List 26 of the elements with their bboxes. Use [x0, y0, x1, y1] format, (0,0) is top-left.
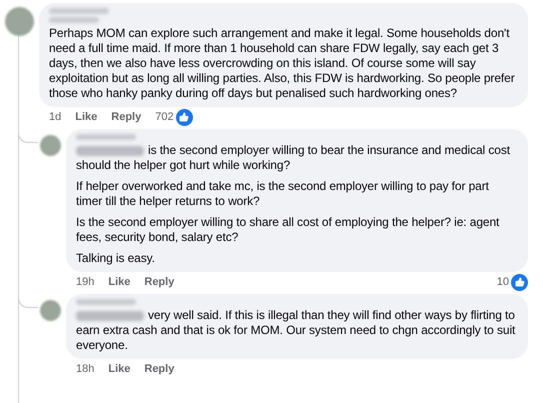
action-link[interactable]: Reply	[144, 360, 174, 378]
blurred-name	[76, 134, 136, 140]
timestamp[interactable]: 1d	[49, 108, 62, 126]
comment-text: is the second employer willing to bear the insurance and medical cost should the helper got hurt while working?	[76, 143, 511, 173]
blurred-name	[49, 8, 109, 14]
comment-text: Perhaps MOM can explore such arrangement and make it legal. Some households don't need a full time maid. If more than 1 household can share FDW legally, say each get 3 days, then we also have less overcrowding on this island. Of course some will say exploitation but as long all willing parties. Also, this FDW is hardworking. So people prefer those who hanky panky during off days but penalised such hardworking ones?	[49, 26, 516, 101]
action-link[interactable]: Like	[108, 274, 130, 290]
blurred-name	[76, 299, 136, 305]
comment-text: Talking is easy.	[76, 251, 156, 266]
reaction-count[interactable]: 10	[496, 274, 509, 290]
action-link[interactable]: Reply	[111, 108, 142, 126]
timestamp[interactable]: 18h	[76, 360, 94, 378]
avatar[interactable]	[40, 300, 61, 321]
comment-text: Is the second employer willing to share all cost of employing the helper? ie: agent fees, security bond, salary etc?	[76, 215, 500, 245]
action-link[interactable]: Like	[108, 360, 130, 378]
action-link[interactable]: Reply	[144, 274, 174, 290]
like-reaction-icon	[511, 274, 528, 290]
like-reaction-icon	[176, 108, 193, 126]
comment-text: very well said. If this is illegal than they will find other ways by flirting to earn extra cash and that is ok for MOM. Our system need to chgn accordingly to suit everyone.	[76, 308, 516, 353]
blurred-name	[49, 17, 99, 23]
avatar[interactable]	[40, 135, 61, 156]
comment-text: If helper overworked and take mc, is the second employer willing to pay for part timer till the helper returns to work?	[76, 179, 490, 209]
avatar[interactable]	[5, 7, 34, 36]
reaction-count[interactable]: 702	[155, 108, 174, 126]
timestamp[interactable]: 19h	[76, 274, 94, 290]
action-link[interactable]: Like	[75, 108, 98, 126]
